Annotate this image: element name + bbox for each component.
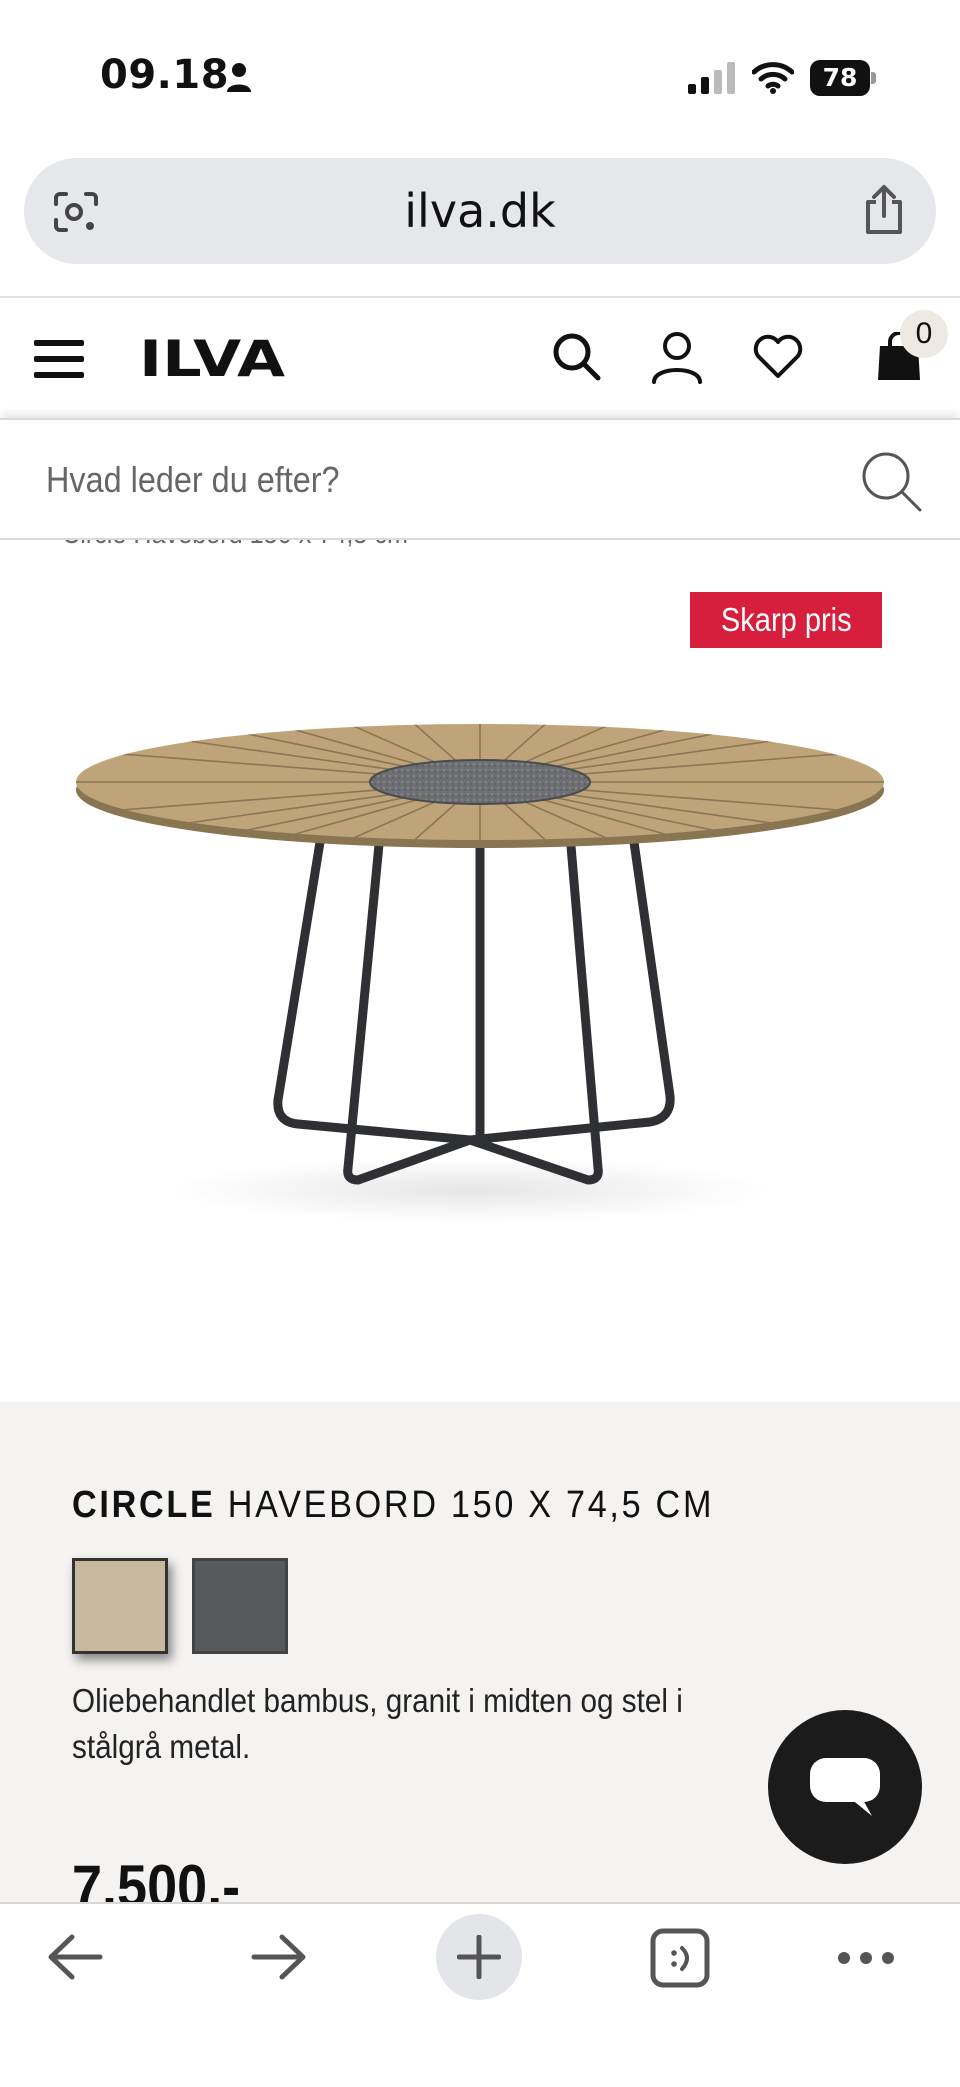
product-image-area: Circle Havebord 150 x 74,5 cm Skarp pris <box>0 540 960 1402</box>
sale-badge-label: Skarp pris <box>720 601 852 638</box>
svg-text:ILVA: ILVA <box>139 334 285 380</box>
account-icon[interactable] <box>650 330 704 384</box>
swatch-bamboo[interactable] <box>72 1558 168 1654</box>
more-icon[interactable] <box>836 1946 896 1970</box>
product-title: CIRCLE HAVEBORD 150 X 74,5 CM <box>72 1484 714 1527</box>
forward-icon[interactable] <box>250 1932 308 1982</box>
breadcrumb: Circle Havebord 150 x 74,5 cm <box>62 540 408 550</box>
search-bar <box>0 418 960 540</box>
cart-count-badge[interactable]: 0 <box>900 310 948 358</box>
share-icon[interactable] <box>862 184 906 236</box>
browser-toolbar <box>0 1902 960 2087</box>
person-icon <box>227 63 251 92</box>
chat-icon <box>810 1758 880 1816</box>
search-input[interactable] <box>46 444 766 516</box>
battery-icon: 78 <box>810 60 876 96</box>
status-time: 09.18 <box>100 52 230 98</box>
search-icon[interactable] <box>552 332 602 382</box>
back-icon[interactable] <box>46 1932 104 1982</box>
product-description: Oliebehandlet bambus, granit i midten og… <box>72 1682 683 1765</box>
new-tab-button[interactable] <box>436 1914 522 2000</box>
product-brand: CIRCLE <box>72 1484 216 1526</box>
battery-nub <box>871 72 876 84</box>
chat-button[interactable] <box>768 1710 922 1864</box>
battery-level: 78 <box>822 63 858 92</box>
sale-badge: Skarp pris <box>690 592 882 648</box>
logo[interactable]: ILVA <box>138 334 286 380</box>
status-bar: 09.18 78 <box>0 0 960 150</box>
menu-icon[interactable] <box>34 338 84 380</box>
tabs-icon[interactable] <box>650 1928 710 1988</box>
plus-icon <box>457 1935 501 1979</box>
lens-icon[interactable] <box>52 190 100 234</box>
product-name: HAVEBORD 150 X 74,5 CM <box>227 1484 715 1526</box>
search-icon[interactable] <box>860 450 924 514</box>
product-image[interactable] <box>70 720 890 1240</box>
heart-icon[interactable] <box>752 334 804 380</box>
site-header: ILVA 0 <box>0 298 960 418</box>
product-price: 7.500,- <box>72 1853 241 1902</box>
url-bar[interactable]: ilva.dk <box>24 158 936 264</box>
signal-icon <box>688 62 735 94</box>
url-text[interactable]: ilva.dk <box>24 158 936 264</box>
wifi-icon <box>752 62 794 94</box>
swatch-grey[interactable] <box>192 1558 288 1654</box>
